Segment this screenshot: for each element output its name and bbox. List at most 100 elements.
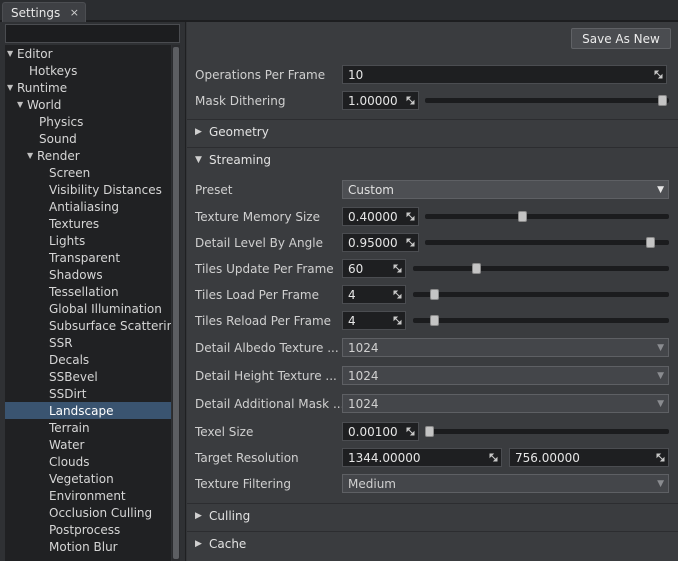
- chevron-down-icon[interactable]: ▼: [7, 83, 17, 92]
- detail-angle-input[interactable]: 0.95000: [342, 233, 419, 252]
- texture-memory-slider[interactable]: [425, 214, 669, 219]
- tree-item-clouds[interactable]: Clouds: [5, 453, 171, 470]
- tree-item-ssr[interactable]: SSR: [5, 334, 171, 351]
- tree-item-render[interactable]: ▼ Render: [5, 147, 171, 164]
- tree-item-runtime[interactable]: ▼ Runtime: [5, 79, 171, 96]
- tree-item-sound[interactable]: Sound: [5, 130, 171, 147]
- tree-item-decals[interactable]: Decals: [5, 351, 171, 368]
- tree-item-environment[interactable]: Environment: [5, 487, 171, 504]
- section-streaming[interactable]: ▼ Streaming: [187, 147, 678, 173]
- tree-item-global-illumination[interactable]: Global Illumination: [5, 300, 171, 317]
- texture-memory-input[interactable]: 0.40000: [342, 207, 419, 226]
- tree-item-antialiasing[interactable]: Antialiasing: [5, 198, 171, 215]
- expand-arrows-icon[interactable]: [393, 290, 402, 299]
- tiles-load-slider-thumb[interactable]: [430, 289, 440, 300]
- tree-item-subsurface-scattering[interactable]: Subsurface Scattering: [5, 317, 171, 334]
- texel-size-slider[interactable]: [425, 429, 669, 434]
- target-resolution-y-input[interactable]: 756.00000: [509, 448, 669, 467]
- detail-angle-slider[interactable]: [425, 240, 669, 245]
- texture-memory-slider-thumb[interactable]: [518, 211, 528, 222]
- section-geometry-title: Geometry: [209, 125, 269, 139]
- texture-filtering-dropdown[interactable]: Medium ▼: [342, 474, 669, 493]
- tree-item-world[interactable]: ▼ World: [5, 96, 171, 113]
- section-culling[interactable]: ▶ Culling: [187, 503, 678, 529]
- mask-dithering-slider[interactable]: [425, 98, 669, 103]
- section-geometry[interactable]: ▶ Geometry: [187, 119, 678, 145]
- tiles-load-input[interactable]: 4: [342, 285, 406, 304]
- section-cache[interactable]: ▶ Cache: [187, 531, 678, 557]
- tree-item-visibility-distances[interactable]: Visibility Distances: [5, 181, 171, 198]
- expand-arrows-icon[interactable]: [656, 453, 665, 462]
- save-as-new-button[interactable]: Save As New: [571, 28, 671, 49]
- tab-bar: Settings ×: [0, 0, 678, 22]
- tree-item-label: Sound: [39, 131, 77, 146]
- operations-per-frame-input[interactable]: 10: [342, 65, 667, 84]
- tiles-reload-label: Tiles Reload Per Frame: [195, 314, 332, 328]
- section-streaming-title: Streaming: [209, 153, 271, 167]
- tiles-load-row: Tiles Load Per Frame 4: [187, 283, 678, 307]
- tree-item-label: Editor: [17, 46, 53, 61]
- target-resolution-x-input[interactable]: 1344.00000: [342, 448, 502, 467]
- chevron-down-icon[interactable]: ▼: [17, 100, 27, 109]
- tree-item-postprocess[interactable]: Postprocess: [5, 521, 171, 538]
- tree-item-terrain[interactable]: Terrain: [5, 419, 171, 436]
- tree-item-lights[interactable]: Lights: [5, 232, 171, 249]
- detail-mask-dropdown[interactable]: 1024 ▼: [342, 394, 669, 413]
- tree-item-shadows[interactable]: Shadows: [5, 266, 171, 283]
- close-icon[interactable]: ×: [70, 6, 79, 19]
- tree-item-landscape[interactable]: Landscape: [5, 402, 171, 419]
- tab-title: Settings: [11, 5, 61, 20]
- tree-item-vegetation[interactable]: Vegetation: [5, 470, 171, 487]
- expand-arrows-icon[interactable]: [393, 316, 402, 325]
- mask-dithering-slider-thumb[interactable]: [658, 95, 667, 106]
- tree-item-editor[interactable]: ▼ Editor: [5, 45, 171, 62]
- expand-arrows-icon[interactable]: [406, 427, 415, 436]
- chevron-down-icon[interactable]: ▼: [7, 49, 17, 58]
- tree-item-tessellation[interactable]: Tessellation: [5, 283, 171, 300]
- texel-size-slider-thumb[interactable]: [425, 426, 434, 437]
- expand-arrows-icon[interactable]: [654, 70, 663, 79]
- tiles-load-slider[interactable]: [413, 292, 669, 297]
- tree-item-hotkeys[interactable]: Hotkeys: [5, 62, 171, 79]
- tree-item-textures[interactable]: Textures: [5, 215, 171, 232]
- tree-item-occlusion-culling[interactable]: Occlusion Culling: [5, 504, 171, 521]
- tree-item-label: Clouds: [49, 454, 90, 469]
- tab-settings[interactable]: Settings ×: [2, 2, 86, 22]
- tree-item-label: Transparent: [49, 250, 121, 265]
- tiles-reload-input[interactable]: 4: [342, 311, 406, 330]
- detail-albedo-label: Detail Albedo Texture ...: [195, 341, 339, 355]
- tree-item-water[interactable]: Water: [5, 436, 171, 453]
- preset-dropdown[interactable]: Custom ▼: [342, 180, 669, 199]
- chevron-right-icon: ▶: [195, 511, 202, 521]
- tree-item-label: Landscape: [49, 403, 114, 418]
- target-resolution-row: Target Resolution 1344.00000 756.00000: [187, 446, 678, 470]
- tiles-reload-slider-thumb[interactable]: [430, 315, 440, 326]
- tiles-update-input[interactable]: 60: [342, 259, 406, 278]
- tree-scrollbar-thumb[interactable]: [173, 47, 179, 559]
- tiles-reload-row: Tiles Reload Per Frame 4: [187, 309, 678, 333]
- tree-item-ssdirt[interactable]: SSDirt: [5, 385, 171, 402]
- expand-arrows-icon[interactable]: [489, 453, 498, 462]
- search-input[interactable]: [5, 24, 180, 43]
- expand-arrows-icon[interactable]: [393, 264, 402, 273]
- detail-albedo-dropdown[interactable]: 1024 ▼: [342, 338, 669, 357]
- detail-height-label: Detail Height Texture ...: [195, 369, 337, 383]
- tree-item-transparent[interactable]: Transparent: [5, 249, 171, 266]
- expand-arrows-icon[interactable]: [406, 238, 415, 247]
- tiles-reload-slider[interactable]: [413, 318, 669, 323]
- texel-size-input[interactable]: 0.00100: [342, 422, 419, 441]
- expand-arrows-icon[interactable]: [406, 96, 415, 105]
- detail-angle-label: Detail Level By Angle: [195, 236, 323, 250]
- expand-arrows-icon[interactable]: [406, 212, 415, 221]
- tiles-update-slider[interactable]: [413, 266, 669, 271]
- mask-dithering-input[interactable]: 1.00000: [342, 91, 419, 110]
- detail-angle-slider-thumb[interactable]: [646, 237, 656, 248]
- tree-item-ssbevel[interactable]: SSBevel: [5, 368, 171, 385]
- detail-height-dropdown[interactable]: 1024 ▼: [342, 366, 669, 385]
- tree-item-screen[interactable]: Screen: [5, 164, 171, 181]
- chevron-down-icon[interactable]: ▼: [27, 151, 37, 160]
- tiles-update-slider-thumb[interactable]: [471, 263, 481, 274]
- tree-item-label: Decals: [49, 352, 90, 367]
- tree-item-physics[interactable]: Physics: [5, 113, 171, 130]
- tree-item-motion-blur[interactable]: Motion Blur: [5, 538, 171, 555]
